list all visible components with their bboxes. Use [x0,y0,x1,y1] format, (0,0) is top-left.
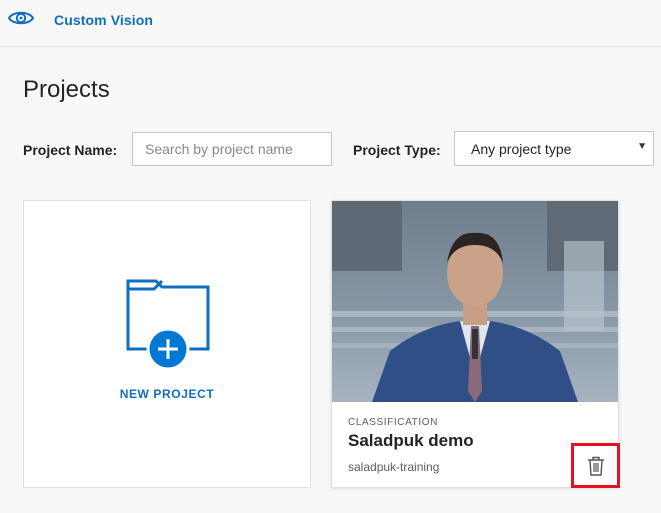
page-title: Projects [23,76,110,103]
project-type-selected-value: Any project type [471,141,572,157]
project-type-label: Project Type: [353,142,441,158]
project-resource: saladpuk-training [348,460,440,474]
trash-icon [588,456,604,476]
project-type: CLASSIFICATION [348,417,438,428]
app-title[interactable]: Custom Vision [54,12,153,28]
dropdown-caret-icon: ▼ [637,141,647,152]
new-project-label: NEW PROJECT [119,387,215,401]
project-thumbnail [332,201,618,402]
project-type-select[interactable]: Any project type ▼ [454,131,654,166]
delete-project-button[interactable] [571,443,620,488]
project-name: Saladpuk demo [348,431,474,450]
new-project-card[interactable]: NEW PROJECT [23,200,311,488]
folder-plus-icon [126,279,210,371]
eye-icon[interactable] [8,8,34,28]
project-name-label: Project Name: [23,142,118,158]
project-name-search-input[interactable] [132,132,332,166]
top-bar: Custom Vision [0,0,661,47]
